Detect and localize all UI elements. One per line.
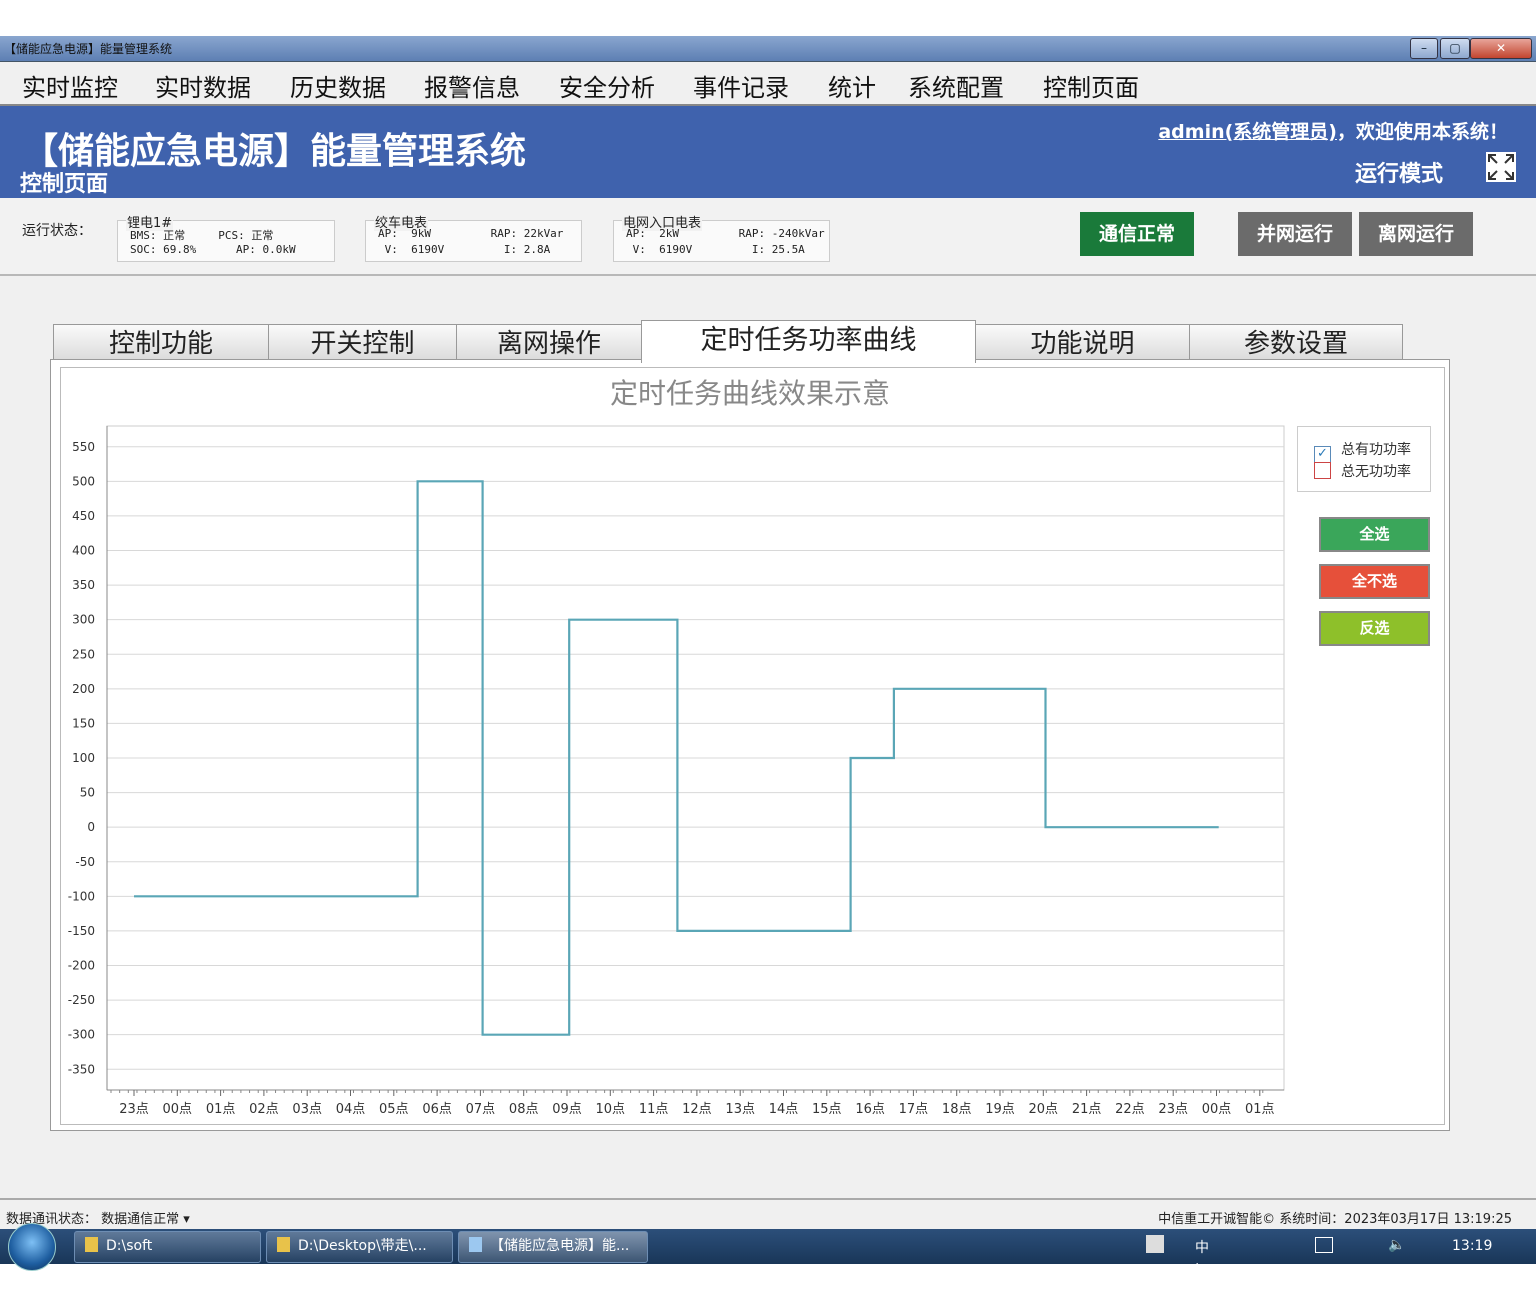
- taskbar-item-label: D:\Desktop\带走\...: [298, 1238, 427, 1254]
- volume-icon[interactable]: 🔈: [1388, 1237, 1405, 1253]
- taskbar-item-active[interactable]: 【储能应急电源】能...: [458, 1231, 648, 1263]
- y-tick-label: 150: [72, 716, 95, 730]
- y-tick-label: -150: [68, 924, 95, 938]
- x-tick-label: 00点: [1202, 1102, 1232, 1117]
- x-tick-label: 17点: [899, 1102, 929, 1117]
- select-all-button[interactable]: 全选: [1319, 517, 1430, 552]
- x-tick-label: 22点: [1115, 1102, 1145, 1117]
- legend-label: 总有功功率: [1341, 442, 1411, 458]
- taskbar-item[interactable]: D:\Desktop\带走\...: [266, 1231, 453, 1263]
- y-tick-label: 100: [72, 751, 95, 765]
- x-tick-label: 01点: [1245, 1102, 1275, 1117]
- x-tick-label: 08点: [509, 1102, 539, 1117]
- x-tick-label: 06点: [422, 1102, 452, 1117]
- app-window-icon: [469, 1237, 482, 1252]
- x-tick-label: 09点: [552, 1102, 582, 1117]
- x-tick-label: 07点: [466, 1102, 496, 1117]
- network-icon[interactable]: [1315, 1237, 1333, 1253]
- y-tick-label: 500: [72, 474, 95, 488]
- x-tick-label: 02点: [249, 1102, 279, 1117]
- x-tick-label: 23点: [119, 1102, 149, 1117]
- legend-item-reactive-power[interactable]: 总无功功率: [1314, 461, 1411, 481]
- legend-label: 总无功功率: [1341, 464, 1411, 480]
- chart-legend: ✓ 总有功功率 总无功功率: [1297, 426, 1431, 492]
- taskbar-item[interactable]: D:\soft: [74, 1231, 261, 1263]
- x-tick-label: 11点: [639, 1102, 669, 1117]
- x-tick-label: 05点: [379, 1102, 409, 1117]
- ime-icon[interactable]: [1146, 1235, 1164, 1253]
- taskbar-item-label: D:\soft: [106, 1238, 153, 1254]
- tab-scheduled-power-curve[interactable]: 定时任务功率曲线: [641, 320, 976, 363]
- x-tick-label: 16点: [855, 1102, 885, 1117]
- x-tick-label: 10点: [596, 1102, 626, 1117]
- taskbar: D:\soft D:\Desktop\带走\... 【储能应急电源】能... 中…: [0, 1223, 1536, 1273]
- y-tick-label: -250: [68, 993, 95, 1007]
- folder-icon: [277, 1237, 290, 1252]
- y-tick-label: -100: [68, 889, 95, 903]
- ime-status[interactable]: 中 ·,: [1195, 1237, 1209, 1273]
- x-tick-label: 20点: [1029, 1102, 1059, 1117]
- invert-selection-button[interactable]: 反选: [1319, 611, 1430, 646]
- y-tick-label: 450: [72, 509, 95, 523]
- power-curve-chart: 550500450400350300250200150100500-50-100…: [68, 425, 1285, 1117]
- legend-item-active-power[interactable]: ✓ 总有功功率: [1314, 439, 1411, 463]
- y-tick-label: 550: [72, 440, 95, 454]
- y-tick-label: 50: [80, 786, 95, 800]
- x-tick-label: 01点: [206, 1102, 236, 1117]
- clock[interactable]: 13:19: [1452, 1238, 1492, 1254]
- taskbar-item-label: 【储能应急电源】能...: [490, 1238, 630, 1254]
- x-tick-label: 21点: [1072, 1102, 1102, 1117]
- y-tick-label: 400: [72, 544, 95, 558]
- x-tick-label: 13点: [725, 1102, 755, 1117]
- x-tick-label: 04点: [336, 1102, 366, 1117]
- x-tick-label: 14点: [769, 1102, 799, 1117]
- y-tick-label: 350: [72, 578, 95, 592]
- y-tick-label: 200: [72, 682, 95, 696]
- y-tick-label: 0: [87, 820, 95, 834]
- y-tick-label: 250: [72, 647, 95, 661]
- x-tick-label: 18点: [942, 1102, 972, 1117]
- start-button[interactable]: [8, 1223, 56, 1271]
- system-time-text: 中信重工开诚智能© 系统时间：2023年03月17日 13:19:25: [1158, 1212, 1512, 1227]
- status-bar: 数据通讯状态： 数据通信正常 ▾ 中信重工开诚智能© 系统时间：2023年03月…: [0, 1198, 1536, 1230]
- x-tick-label: 00点: [163, 1102, 193, 1117]
- y-tick-label: -50: [75, 855, 95, 869]
- y-tick-label: -200: [68, 959, 95, 973]
- folder-icon: [85, 1237, 98, 1252]
- checkbox-unchecked-icon[interactable]: [1314, 462, 1331, 479]
- select-none-button[interactable]: 全不选: [1319, 564, 1430, 599]
- y-tick-label: 300: [72, 613, 95, 627]
- x-tick-label: 15点: [812, 1102, 842, 1117]
- y-tick-label: -350: [68, 1062, 95, 1076]
- x-tick-label: 03点: [292, 1102, 322, 1117]
- x-tick-label: 12点: [682, 1102, 712, 1117]
- y-tick-label: -300: [68, 1028, 95, 1042]
- x-tick-label: 23点: [1158, 1102, 1188, 1117]
- x-tick-label: 19点: [985, 1102, 1015, 1117]
